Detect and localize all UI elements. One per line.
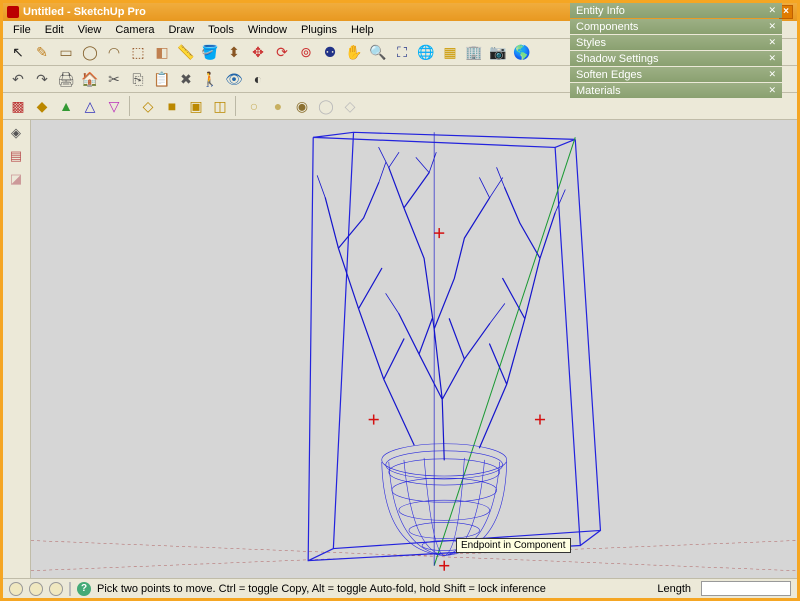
- copy-tool[interactable]: ⎘: [127, 68, 149, 90]
- toggle-terrain[interactable]: ▦: [439, 41, 461, 63]
- line-tool[interactable]: ✎: [31, 41, 53, 63]
- close-icon[interactable]: ✕: [768, 37, 776, 48]
- close-icon[interactable]: ✕: [768, 69, 776, 80]
- panel-styles[interactable]: Styles✕: [570, 35, 782, 50]
- shadows-icon[interactable]: ◪: [6, 169, 26, 189]
- zoom-tool[interactable]: 🔍: [367, 41, 389, 63]
- render-2[interactable]: ●: [267, 95, 289, 117]
- sandbox-2[interactable]: ◆: [31, 95, 53, 117]
- side-tray: ◈ ▤ ◪: [3, 120, 31, 578]
- offset-tool[interactable]: ⊚: [295, 41, 317, 63]
- menu-tools[interactable]: Tools: [202, 23, 240, 37]
- model-info[interactable]: 🏠: [79, 68, 101, 90]
- help-icon[interactable]: ?: [77, 582, 91, 596]
- eraser-tool[interactable]: ◧: [151, 41, 173, 63]
- arc-tool[interactable]: ◠: [103, 41, 125, 63]
- pan-tool[interactable]: ✋: [343, 41, 365, 63]
- cut-tool[interactable]: ✂: [103, 68, 125, 90]
- redo-tool[interactable]: ↷: [31, 68, 53, 90]
- render-4[interactable]: ◯: [315, 95, 337, 117]
- add-location[interactable]: 🌐: [415, 41, 437, 63]
- close-icon[interactable]: ✕: [768, 5, 776, 16]
- measurement-input[interactable]: [701, 581, 791, 596]
- rectangle-tool[interactable]: ▭: [55, 41, 77, 63]
- look-around-tool[interactable]: 👁: [223, 68, 245, 90]
- status-signin-icon[interactable]: [49, 582, 63, 596]
- paint-bucket-tool[interactable]: 🪣: [199, 41, 221, 63]
- status-credits-icon[interactable]: [29, 582, 43, 596]
- menu-camera[interactable]: Camera: [109, 23, 160, 37]
- status-hint: Pick two points to move. Ctrl = toggle C…: [97, 583, 546, 595]
- scene-svg: [31, 120, 797, 578]
- zoom-extents-tool[interactable]: ⛶: [391, 41, 413, 63]
- outliner-icon[interactable]: ◈: [6, 123, 26, 143]
- close-icon[interactable]: ✕: [768, 21, 776, 32]
- select-tool[interactable]: ↖: [7, 41, 29, 63]
- walk-tool[interactable]: 🚶: [199, 68, 221, 90]
- menu-view[interactable]: View: [72, 23, 108, 37]
- panel-entity-info[interactable]: Entity Info✕: [570, 3, 782, 18]
- preview-ge[interactable]: 🌎: [511, 41, 533, 63]
- paste-tool[interactable]: 📋: [151, 68, 173, 90]
- close-icon[interactable]: ✕: [768, 53, 776, 64]
- style-right[interactable]: ◫: [209, 95, 231, 117]
- menu-plugins[interactable]: Plugins: [295, 23, 343, 37]
- push-pull-tool[interactable]: ⬍: [223, 41, 245, 63]
- section-plane[interactable]: ◐: [247, 68, 269, 90]
- sandbox-3[interactable]: ▲: [55, 95, 77, 117]
- print-tool[interactable]: 🖨: [55, 68, 77, 90]
- move-tool[interactable]: ✥: [247, 41, 269, 63]
- menu-edit[interactable]: Edit: [39, 23, 70, 37]
- render-5[interactable]: ◇: [339, 95, 361, 117]
- render-1[interactable]: ○: [243, 95, 265, 117]
- close-icon[interactable]: ✕: [768, 85, 776, 96]
- rotate-tool[interactable]: ⟳: [271, 41, 293, 63]
- orbit-tool[interactable]: ⚉: [319, 41, 341, 63]
- sandbox-5[interactable]: ▽: [103, 95, 125, 117]
- menu-help[interactable]: Help: [345, 23, 380, 37]
- undo-tool[interactable]: ↶: [7, 68, 29, 90]
- add-building[interactable]: 🏢: [463, 41, 485, 63]
- render-3[interactable]: ◉: [291, 95, 313, 117]
- status-bar: ? Pick two points to move. Ctrl = toggle…: [3, 578, 797, 598]
- tape-measure-tool[interactable]: 📏: [175, 41, 197, 63]
- panel-tray: Entity Info✕ Components✕ Styles✕ Shadow …: [570, 3, 782, 98]
- inference-tooltip: Endpoint in Component: [456, 538, 571, 553]
- workspace: ◈ ▤ ◪: [3, 120, 797, 578]
- window-title: Untitled - SketchUp Pro: [23, 6, 146, 18]
- erase-tool[interactable]: ✖: [175, 68, 197, 90]
- panel-components[interactable]: Components✕: [570, 19, 782, 34]
- sandbox-1[interactable]: ▩: [7, 95, 29, 117]
- circle-tool[interactable]: ◯: [79, 41, 101, 63]
- sandbox-4[interactable]: △: [79, 95, 101, 117]
- status-geo-icon[interactable]: [9, 582, 23, 596]
- panel-soften-edges[interactable]: Soften Edges✕: [570, 67, 782, 82]
- layers-icon[interactable]: ▤: [6, 146, 26, 166]
- panel-materials[interactable]: Materials✕: [570, 83, 782, 98]
- style-front[interactable]: ▣: [185, 95, 207, 117]
- style-top[interactable]: ■: [161, 95, 183, 117]
- length-label: Length: [657, 583, 691, 595]
- style-iso[interactable]: ◇: [137, 95, 159, 117]
- menu-window[interactable]: Window: [242, 23, 293, 37]
- menu-draw[interactable]: Draw: [162, 23, 200, 37]
- panel-shadow-settings[interactable]: Shadow Settings✕: [570, 51, 782, 66]
- menu-file[interactable]: File: [7, 23, 37, 37]
- viewport-3d[interactable]: Endpoint in Component: [31, 120, 797, 578]
- photo-textures[interactable]: 📷: [487, 41, 509, 63]
- app-icon: [7, 6, 19, 18]
- make-component[interactable]: ⬚: [127, 41, 149, 63]
